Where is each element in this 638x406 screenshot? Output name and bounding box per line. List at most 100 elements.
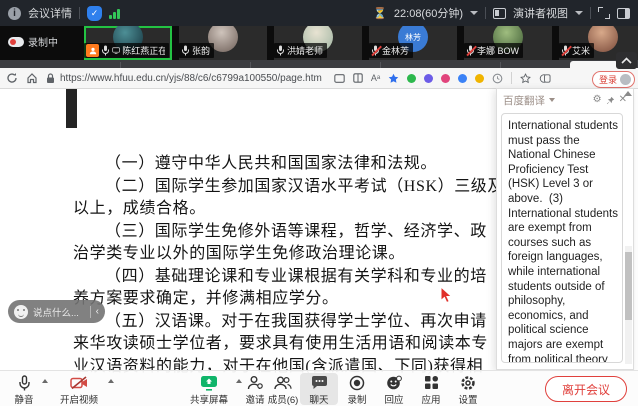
chat-bubble-icon [311,374,328,391]
close-icon[interactable]: ✕ [619,95,627,105]
divider [511,72,512,84]
participant-tile[interactable]: 林芳 金林芳 [369,26,457,60]
divider [90,306,91,318]
camera-off-icon [70,374,89,391]
favorites-outline-icon[interactable] [520,73,531,84]
doc-line: （一）遵守中华人民共和国国家法律和法规。 [73,153,503,176]
fullscreen-icon[interactable] [598,7,610,19]
active-tab[interactable] [570,61,618,68]
address-bar[interactable]: https://www.hfuu.edu.cn/yjs/88/c6/c6799a… [46,73,322,84]
reaction-smiley-icon [386,374,402,391]
mic-on-icon [181,45,190,56]
collections-icon[interactable] [539,73,551,84]
mute-button[interactable]: 静音 [0,374,48,406]
url-text[interactable]: https://www.hfuu.edu.cn/yjs/88/c6/c6799a… [60,73,322,84]
doc-line: 以上，成绩合格。 [73,198,503,221]
start-video-button[interactable]: 开启视频 [52,374,106,406]
remote-cursor-icon [440,286,454,304]
leave-meeting-button[interactable]: 离开会议 [545,376,627,402]
emoji-icon[interactable] [14,305,28,319]
presenter-badge-icon [86,44,99,57]
doc-line: （五）汉语课。对于在我国获得学士学位、再次申请 [73,311,503,334]
share-screen-icon [200,374,218,391]
extension-icons: Aᵃ [334,72,551,84]
extension-pink-icon[interactable] [441,74,450,83]
extension-yellow-icon[interactable] [475,74,484,83]
pin-icon[interactable] [606,96,615,105]
extension-green-icon[interactable] [407,74,416,83]
doc-line: 来华攻读硕士学位者，要求具有使用生活用语和阅读本专 [73,333,503,356]
doc-line: （三）国际学生免修外语等课程，哲学、经济学、政 [73,221,503,244]
mic-muted-icon [371,45,380,56]
meeting-info-icon[interactable]: i [8,7,21,20]
recording-label: 录制中 [28,34,58,49]
share-screen-button[interactable]: 共享屏幕 [185,374,233,406]
device-tab-icon[interactable] [334,74,345,83]
mic-muted-icon [561,45,570,56]
hourglass-icon: ⏳ [373,7,387,20]
browser-toolbar: https://www.hfuu.edu.cn/yjs/88/c6/c6799a… [0,68,638,89]
scroll-up-arrow-icon[interactable] [624,91,632,96]
profile-avatar-icon [620,74,631,85]
video-options-caret[interactable] [108,379,114,383]
refresh-icon[interactable] [6,72,18,84]
participant-tile[interactable]: 陈红燕正在... [84,26,172,60]
meeting-details-label[interactable]: 会议详情 [28,5,72,21]
extension-blue-icon[interactable] [458,74,467,83]
participant-tile[interactable]: 张韵 [179,26,267,60]
history-icon[interactable] [492,73,503,84]
participant-name: 洪婧老师 [287,44,323,57]
lock-icon [46,73,55,84]
mute-options-caret[interactable] [42,379,48,383]
home-icon[interactable] [26,72,38,84]
speaker-view-icon [493,8,506,19]
collapse-strip-button[interactable] [616,52,637,69]
participant-tile[interactable]: 洪婧老师 [274,26,362,60]
meeting-toolbar: 静音 开启视频 共享屏幕 邀请 成员(6) [0,370,638,406]
translate-result-card: International students must pass the Nat… [501,113,623,363]
security-shield-icon[interactable]: ✓ [87,6,102,21]
chat-placeholder[interactable]: 说点什么... [33,305,85,319]
participant-name: 李娜 BOW [477,44,519,57]
meeting-top-bar: i 会议详情 ✓ ⏳ 22:08(60分钟) 演讲者视图 [0,0,638,26]
settings-button[interactable]: 设置 [444,374,492,406]
participant-name: 金林芳 [382,44,409,57]
meeting-duration: 22:08(60分钟) [394,5,463,21]
scrollbar-thumb[interactable] [625,252,632,320]
view-mode-caret-icon[interactable] [575,11,583,15]
participant-tile[interactable]: 李娜 BOW [464,26,552,60]
doc-line: 治学类专业以外的国际学生免修政治理论课。 [73,243,503,266]
translate-text: International students must pass the Nat… [508,119,618,363]
collapse-chat-icon[interactable]: ‹ [96,306,99,317]
view-mode-label[interactable]: 演讲者视图 [513,5,568,21]
network-signal-icon[interactable] [109,8,120,19]
side-panel-toggle-icon[interactable] [617,8,630,19]
doc-line: （四）基础理论课和专业课根据有关学科和专业的培 [73,266,503,289]
page-edge-bar [66,89,77,128]
doc-line: 养方案要求确定，并修满相应学分。 [73,288,503,311]
translate-title[interactable]: 百度翻译 [503,93,545,108]
quick-chat-bubble[interactable]: 说点什么... ‹ [8,300,105,323]
document-text: （一）遵守中华人民共和国国家法律和法规。 （二）国际学生参加国家汉语水平考试（H… [73,153,503,378]
split-screen-icon[interactable] [353,73,363,83]
extension-violet-icon[interactable] [424,74,433,83]
browser-tab-strip[interactable] [0,60,638,68]
doc-line: （二）国际学生参加国家汉语水平考试（HSK）三级及 [73,176,503,199]
divider [590,7,591,19]
mic-on-icon [101,45,110,56]
participant-name: 陈红燕正在... [122,44,165,57]
read-aloud-icon[interactable]: Aᵃ [371,73,380,83]
mic-on-icon [276,45,285,56]
record-icon [349,374,365,391]
favorite-star-icon[interactable] [388,73,399,84]
divider [485,7,486,19]
gear-icon[interactable]: ⚙ [593,95,602,105]
meeting-window: i 会议详情 ✓ ⏳ 22:08(60分钟) 演讲者视图 录制中 [0,0,638,406]
chevron-down-icon[interactable] [549,98,555,102]
recording-indicator: 录制中 [8,34,58,49]
apps-grid-icon [424,374,439,391]
members-icon [274,374,292,391]
browser-login-button[interactable]: 登录 [592,71,635,88]
mic-muted-icon [466,45,475,56]
duration-caret-icon[interactable] [470,11,478,15]
